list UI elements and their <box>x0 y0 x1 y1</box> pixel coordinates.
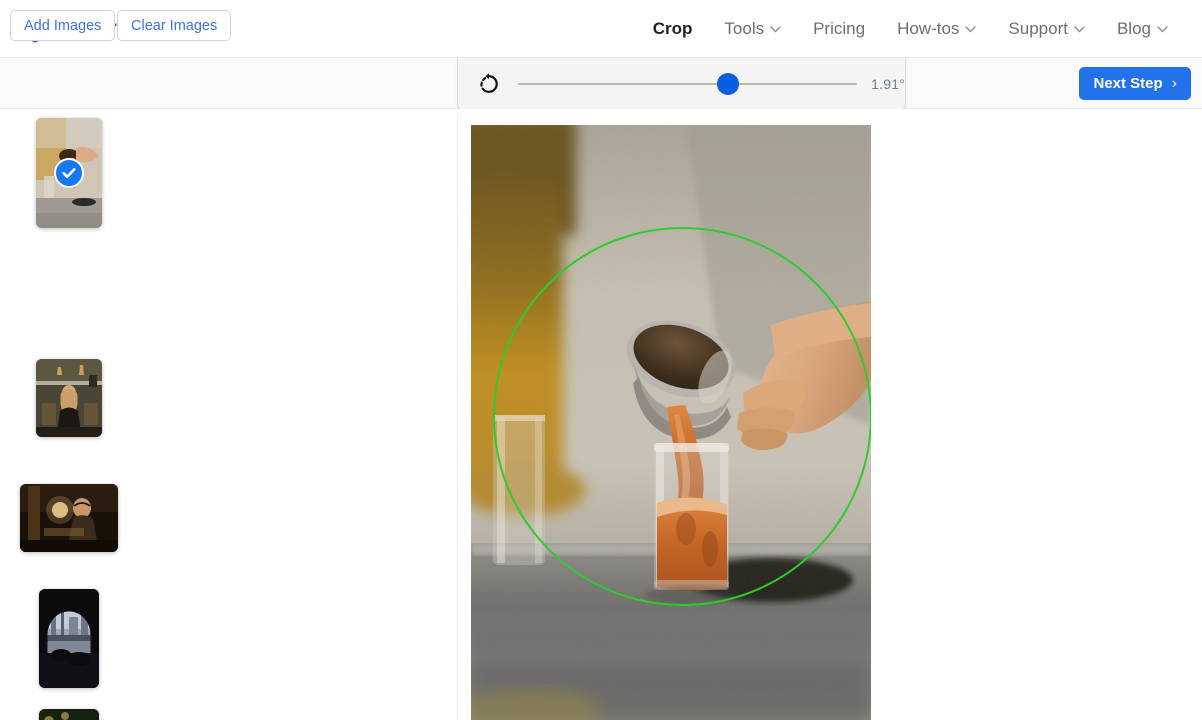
thumbnail-item-coffee-pour[interactable] <box>36 118 102 228</box>
rotate-counterclockwise-icon[interactable] <box>477 72 501 96</box>
next-step-button[interactable]: Next Step › <box>1079 67 1191 100</box>
nav-label: Pricing <box>813 18 866 38</box>
thumbnail-image <box>39 709 99 720</box>
selected-badge <box>54 158 84 188</box>
main-nav: Crop Tools Pricing How-tos Support Blog <box>637 13 1184 45</box>
add-images-button[interactable]: Add Images <box>10 10 116 41</box>
nav-label: Tools <box>724 18 765 38</box>
nav-item-tools[interactable]: Tools <box>708 13 797 45</box>
rotation-slider-thumb[interactable] <box>717 73 740 95</box>
nav-label: Crop <box>652 18 693 38</box>
thumbnail-image <box>39 589 99 688</box>
thumbnail-item-christmas-tree-lights[interactable] <box>39 709 99 720</box>
thumbnail-item-woman-seated-interior[interactable] <box>36 359 102 437</box>
clear-images-label: Clear Images <box>131 17 218 34</box>
nav-item-pricing[interactable]: Pricing <box>797 13 881 45</box>
chevron-down-icon <box>1074 26 1085 33</box>
nav-item-crop[interactable]: Crop <box>637 13 709 45</box>
nav-item-support[interactable]: Support <box>992 13 1101 45</box>
nav-label: Blog <box>1116 18 1151 38</box>
image-canvas <box>458 109 1202 720</box>
thumbnail-item-craftsman-workshop[interactable] <box>20 484 118 552</box>
nav-label: How-tos <box>897 18 960 38</box>
next-step-label: Next Step <box>1093 75 1163 92</box>
thumbnail-image <box>36 359 102 437</box>
check-icon <box>62 168 76 179</box>
rotation-panel: 1.91° <box>457 58 906 111</box>
chevron-right-icon: › <box>1171 74 1177 92</box>
nav-item-how-tos[interactable]: How-tos <box>881 13 992 45</box>
add-images-label: Add Images <box>24 17 102 34</box>
thumbnail-item-city-view-through-arch[interactable] <box>39 589 99 688</box>
chevron-down-icon <box>965 26 977 33</box>
clear-images-button[interactable]: Clear Images <box>117 10 232 41</box>
chevron-down-icon <box>1157 26 1168 33</box>
thumbnail-image <box>20 484 118 552</box>
main-photo-image <box>471 125 871 720</box>
main-photo[interactable] <box>471 125 871 720</box>
rotation-slider[interactable] <box>518 72 858 96</box>
nav-item-blog[interactable]: Blog <box>1101 13 1184 45</box>
chevron-down-icon <box>770 26 781 33</box>
thumbnail-sidebar <box>0 109 457 720</box>
nav-label: Support <box>1008 18 1068 38</box>
rotation-slider-track[interactable] <box>518 83 858 85</box>
rotation-value-label: 1.91° <box>871 76 905 92</box>
